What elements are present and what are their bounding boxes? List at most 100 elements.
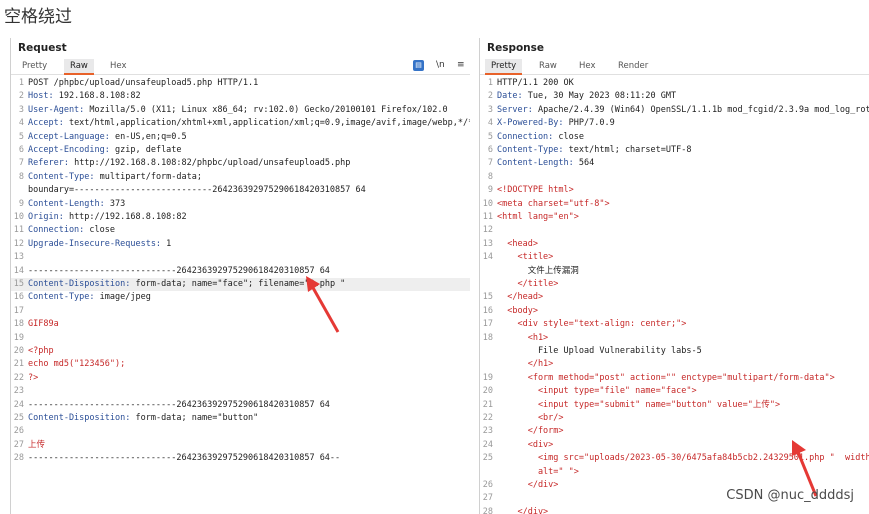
line-text: POST /phpbc/upload/unsafeupload5.php HTT… bbox=[28, 77, 258, 90]
newline-toggle-icon[interactable]: \n bbox=[436, 60, 445, 70]
line-number: 12 bbox=[13, 238, 24, 249]
code-line: 9 <!DOCTYPE html> bbox=[480, 184, 869, 197]
header-name: Date: bbox=[497, 91, 523, 102]
line-number: 21 bbox=[482, 399, 493, 410]
payload-text: ?> bbox=[28, 372, 39, 383]
line-number: 8 bbox=[487, 171, 493, 182]
line-number: 23 bbox=[482, 426, 493, 437]
header-name: Content-Type: bbox=[28, 292, 95, 303]
line-number: 3 bbox=[487, 104, 493, 115]
line-number: 5 bbox=[487, 131, 493, 142]
html-tag: alt=" "> bbox=[497, 466, 579, 477]
code-line: 10 <meta charset="utf-8"> bbox=[480, 198, 869, 211]
line-text: <div> bbox=[497, 439, 554, 452]
code-line: 14 -----------------------------264236392… bbox=[11, 265, 470, 278]
header-name: Content-Length: bbox=[28, 198, 105, 209]
plain-text: -----------------------------26423639297… bbox=[28, 399, 330, 410]
code-line: 22 <br/> bbox=[480, 412, 869, 425]
html-tag: <h1> bbox=[497, 332, 549, 343]
menu-icon[interactable]: ≡ bbox=[457, 60, 465, 70]
plain-text: gzip, deflate bbox=[109, 145, 182, 155]
code-line: 24 -----------------------------264236392… bbox=[11, 399, 470, 412]
header-name: Content-Disposition: bbox=[28, 279, 131, 289]
code-line: 2 Date: Tue, 30 May 2023 08:11:20 GMT bbox=[480, 90, 869, 103]
line-number: 4 bbox=[487, 118, 493, 129]
response-tab-render[interactable]: Render bbox=[618, 61, 648, 71]
response-title: Response bbox=[487, 42, 545, 54]
html-tag: </div> bbox=[497, 506, 549, 514]
line-text: Host: 192.168.8.108:82 bbox=[28, 90, 141, 103]
response-tab-raw[interactable]: Raw bbox=[539, 61, 557, 71]
line-number: 24 bbox=[482, 439, 493, 450]
header-name: Upgrade-Insecure-Requests: bbox=[28, 238, 162, 249]
code-line: 15 </head> bbox=[480, 291, 869, 304]
line-number: 25 bbox=[13, 413, 24, 423]
code-line: 12 Upgrade-Insecure-Requests: 1 bbox=[11, 238, 470, 251]
plain-text: close bbox=[84, 225, 116, 236]
line-text: Server: Apache/2.4.39 (Win64) OpenSSL/1.… bbox=[497, 104, 869, 117]
html-tag: <input type="submit" name="button" value… bbox=[497, 399, 781, 410]
line-number: 16 bbox=[13, 292, 24, 303]
response-tab-pretty[interactable]: Pretty bbox=[485, 59, 523, 75]
header-name: X-Powered-By: bbox=[497, 118, 564, 129]
line-text: Date: Tue, 30 May 2023 08:11:20 GMT bbox=[497, 90, 676, 103]
line-number: 13 bbox=[13, 252, 24, 263]
code-line: </h1> bbox=[480, 358, 869, 371]
line-number: 27 bbox=[13, 439, 24, 450]
line-text: </title> bbox=[497, 278, 558, 291]
line-text: Referer: http://192.168.8.108:82/phpbc/u… bbox=[28, 157, 350, 170]
line-text: </head> bbox=[497, 291, 543, 304]
code-line: 5 Accept-Language: en-US,en;q=0.5 bbox=[11, 131, 470, 144]
line-number: 8 bbox=[18, 171, 24, 182]
plain-text: 1 bbox=[161, 238, 172, 249]
html-tag: </title> bbox=[497, 279, 559, 289]
html-tag: <meta charset="utf-8"> bbox=[497, 198, 610, 209]
line-text: -----------------------------26423639297… bbox=[28, 265, 330, 278]
plain-text: close bbox=[553, 131, 585, 142]
code-line: 2 Host: 192.168.8.108:82 bbox=[11, 90, 470, 103]
code-line: boundary=---------------------------2642… bbox=[11, 184, 470, 197]
code-line: 23 </form> bbox=[480, 425, 869, 438]
code-line: 17 <div style="text-align: center;"> bbox=[480, 318, 869, 331]
line-number: 11 bbox=[482, 212, 493, 222]
line-number: 7 bbox=[487, 158, 493, 169]
line-number: 1 bbox=[18, 78, 24, 88]
plain-text: 373 bbox=[104, 198, 126, 209]
line-number: 6 bbox=[487, 145, 493, 155]
plain-text: 564 bbox=[573, 158, 595, 169]
plain-text: Tue, 30 May 2023 08:11:20 GMT bbox=[522, 91, 677, 102]
line-number: 26 bbox=[482, 480, 493, 490]
line-text: 文件上传漏洞 bbox=[497, 265, 579, 278]
line-text: File Upload Vulnerability labs-5 bbox=[497, 345, 702, 358]
request-tab-hex[interactable]: Hex bbox=[110, 61, 127, 71]
line-text: <div style="text-align: center;"> bbox=[497, 318, 686, 331]
line-text: Connection: close bbox=[28, 224, 115, 237]
code-line: 13 <head> bbox=[480, 238, 869, 251]
line-number: 13 bbox=[482, 238, 493, 249]
line-text: Accept-Language: en-US,en;q=0.5 bbox=[28, 131, 187, 144]
request-tab-pretty[interactable]: Pretty bbox=[22, 61, 47, 71]
document-icon[interactable]: ▤ bbox=[413, 60, 424, 71]
plain-text: 文件上传漏洞 bbox=[497, 265, 579, 276]
code-line: 17 bbox=[11, 305, 470, 318]
line-number: 19 bbox=[13, 332, 24, 343]
response-tab-hex[interactable]: Hex bbox=[579, 61, 596, 71]
code-line: 7 Content-Length: 564 bbox=[480, 157, 869, 170]
line-number: 22 bbox=[482, 413, 493, 423]
line-number: 10 bbox=[13, 212, 24, 222]
code-line: 12 bbox=[480, 224, 869, 237]
header-name: Origin: bbox=[28, 212, 64, 222]
html-tag: <div style="text-align: center;"> bbox=[497, 319, 687, 330]
line-number: 12 bbox=[482, 225, 493, 236]
line-text: <br/> bbox=[497, 412, 564, 425]
code-line: 13 bbox=[11, 251, 470, 264]
line-number: 25 bbox=[482, 453, 493, 464]
code-line: 21 <input type="submit" name="button" va… bbox=[480, 399, 869, 412]
line-text: </div> bbox=[497, 506, 548, 514]
header-name: Content-Type: bbox=[28, 171, 95, 182]
line-number: 28 bbox=[482, 506, 493, 514]
code-line: File Upload Vulnerability labs-5 bbox=[480, 345, 869, 358]
request-tab-raw[interactable]: Raw bbox=[64, 59, 94, 75]
line-number: 9 bbox=[18, 198, 24, 209]
header-name: Content-Length: bbox=[497, 158, 574, 169]
